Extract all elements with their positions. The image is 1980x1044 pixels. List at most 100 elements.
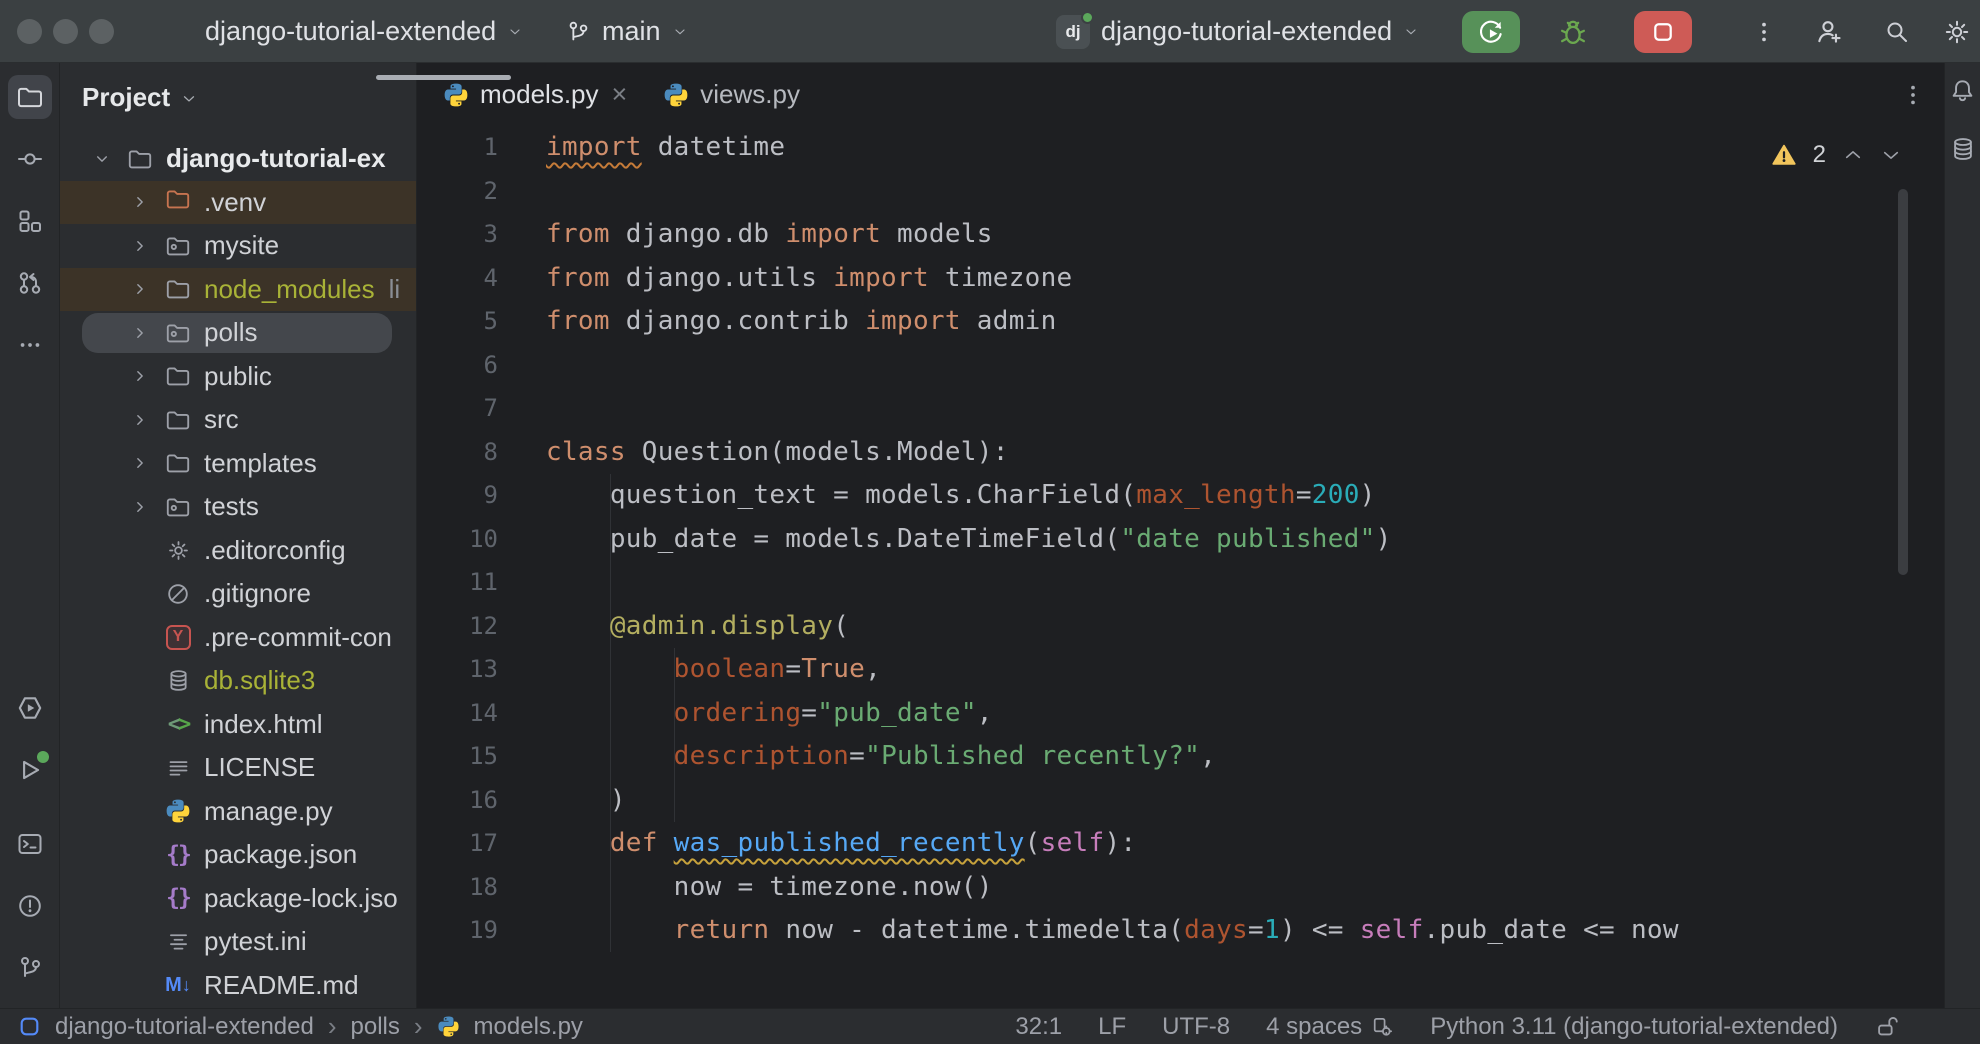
indent-config-icon <box>1370 1015 1394 1039</box>
chevron-right-icon[interactable] <box>128 234 152 258</box>
tree-item-public[interactable]: public <box>60 355 416 399</box>
tree-item-polls[interactable]: polls <box>60 311 416 355</box>
close-icon[interactable]: × <box>612 81 628 108</box>
run-configuration-selector[interactable]: dj django-tutorial-extended <box>1056 0 1419 63</box>
settings-button[interactable] <box>1940 15 1974 49</box>
tree-item-db-sqlite3[interactable]: db.sqlite3 <box>60 659 416 703</box>
chevron-down-icon[interactable] <box>90 147 114 171</box>
caret-position[interactable]: 32:1 <box>1015 1013 1062 1041</box>
project-selector[interactable]: django-tutorial-extended <box>205 0 523 63</box>
editor-scrollbar[interactable] <box>1898 189 1908 575</box>
chevron-right-icon[interactable] <box>128 321 152 345</box>
line-number: 5 <box>417 300 498 344</box>
branch-selector[interactable]: main <box>565 0 688 63</box>
tree-item-tests[interactable]: tests <box>60 485 416 529</box>
window-close-button[interactable] <box>17 19 42 44</box>
tree-item-manage-py[interactable]: manage.py <box>60 790 416 834</box>
add-user-icon <box>1814 17 1844 47</box>
rerun-button[interactable] <box>1462 11 1520 53</box>
tree-item-label: polls <box>204 317 257 348</box>
chevron-up-icon[interactable] <box>1842 144 1864 166</box>
tree-item-templates[interactable]: templates <box>60 442 416 486</box>
chevron-right-icon[interactable] <box>128 364 152 388</box>
tool-window-button-run[interactable] <box>8 748 52 792</box>
indent-setting[interactable]: 4 spaces <box>1266 1013 1394 1041</box>
tool-window-button-services[interactable] <box>8 686 52 730</box>
tool-window-button-project-folder[interactable] <box>8 75 52 119</box>
tree-item-readme-md[interactable]: M↓README.md <box>60 964 416 1008</box>
line-ending[interactable]: LF <box>1098 1013 1126 1041</box>
search-everywhere-button[interactable] <box>1880 15 1914 49</box>
branch-name: main <box>602 16 661 47</box>
tool-window-button-structure[interactable] <box>8 199 52 243</box>
braces-icon: {} <box>164 884 192 912</box>
breadcrumb-project[interactable]: django-tutorial-extended <box>55 1013 314 1041</box>
gear-icon <box>1943 18 1971 46</box>
code-line: pub_date = models.DateTimeField("date pu… <box>546 518 1679 562</box>
window-minimize-button[interactable] <box>53 19 78 44</box>
database-icon <box>164 667 192 695</box>
breadcrumb-folder[interactable]: polls <box>351 1013 400 1041</box>
line-number: 6 <box>417 344 498 388</box>
line-number: 10 <box>417 518 498 562</box>
project-panel-header[interactable]: Project <box>60 63 416 131</box>
more-actions-button[interactable] <box>1747 15 1781 49</box>
chevron-right-icon[interactable] <box>128 495 152 519</box>
tree-item-index-html[interactable]: <>index.html <box>60 703 416 747</box>
tree-item--venv[interactable]: .venv <box>60 181 416 225</box>
tree-item-django-tutorial-ex[interactable]: django-tutorial-ex <box>60 137 416 181</box>
code-line: def was_published_recently(self): <box>546 822 1679 866</box>
tree-item--gitignore[interactable]: .gitignore <box>60 572 416 616</box>
chevron-right-icon[interactable] <box>128 451 152 475</box>
code-with-me-button[interactable] <box>1812 15 1846 49</box>
code-editor[interactable]: 12345678910111213141516171819 import dat… <box>417 126 1944 1008</box>
tool-window-button-more-horizontal[interactable] <box>8 323 52 367</box>
tool-window-button-problems[interactable] <box>8 884 52 928</box>
tool-window-button-git-branch[interactable] <box>8 946 52 990</box>
file-encoding[interactable]: UTF-8 <box>1162 1013 1230 1041</box>
project-window-icon[interactable] <box>18 1015 41 1038</box>
yaml-icon: Y <box>164 623 192 651</box>
tree-item-label: .editorconfig <box>204 535 346 566</box>
tree-item-label: package-lock.jso <box>204 883 398 914</box>
editor-tab-models-py[interactable]: models.py× <box>425 63 645 126</box>
tool-window-button-pull-request[interactable] <box>8 261 52 305</box>
line-number: 13 <box>417 648 498 692</box>
chevron-right-icon[interactable] <box>128 408 152 432</box>
notifications-bell-icon[interactable] <box>1949 77 1976 104</box>
folder-package-icon <box>164 493 192 521</box>
code-line: ) <box>546 779 1679 823</box>
tool-window-button-commit[interactable] <box>8 137 52 181</box>
tree-item-package-json[interactable]: {}package.json <box>60 833 416 877</box>
stop-button[interactable] <box>1634 11 1692 53</box>
status-bar: django-tutorial-extended › polls › model… <box>0 1008 1980 1044</box>
python-interpreter[interactable]: Python 3.11 (django-tutorial-extended) <box>1430 1013 1838 1041</box>
tool-window-button-terminal[interactable] <box>8 822 52 866</box>
chevron-down-icon[interactable] <box>1880 144 1902 166</box>
project-panel: Project django-tutorial-ex.venvmysitenod… <box>60 63 417 1008</box>
unlocked-icon[interactable] <box>1874 1014 1900 1040</box>
tool-window-stripe <box>0 63 60 1008</box>
debug-button[interactable] <box>1556 15 1590 49</box>
tree-item-src[interactable]: src <box>60 398 416 442</box>
inspections-widget[interactable]: 2 <box>1771 141 1902 169</box>
tree-item-annotation: li <box>389 274 401 305</box>
window-zoom-button[interactable] <box>89 19 114 44</box>
tree-item-license[interactable]: LICENSE <box>60 746 416 790</box>
tree-item-pytest-ini[interactable]: pytest.ini <box>60 920 416 964</box>
breadcrumb-file[interactable]: models.py <box>474 1013 583 1041</box>
breadcrumb: django-tutorial-extended › polls › model… <box>18 1011 1015 1042</box>
chevron-right-icon[interactable] <box>128 190 152 214</box>
editor-tab-views-py[interactable]: views.py <box>645 63 818 126</box>
tree-item-package-lock-jso[interactable]: {} package-lock.jso <box>60 877 416 921</box>
database-icon[interactable] <box>1950 136 1976 162</box>
editor-area: models.py×views.py 123456789101112131415… <box>417 63 1944 1008</box>
chevron-right-icon[interactable] <box>128 277 152 301</box>
tree-item--editorconfig[interactable]: .editorconfig <box>60 529 416 573</box>
ignore-icon <box>164 580 192 608</box>
tree-item-node-modules[interactable]: node_modulesli <box>60 268 416 312</box>
chevron-placeholder <box>128 843 152 867</box>
editor-options-button[interactable] <box>1900 63 1926 126</box>
tree-item--pre-commit-con[interactable]: Y.pre-commit-con <box>60 616 416 660</box>
tree-item-mysite[interactable]: mysite <box>60 224 416 268</box>
